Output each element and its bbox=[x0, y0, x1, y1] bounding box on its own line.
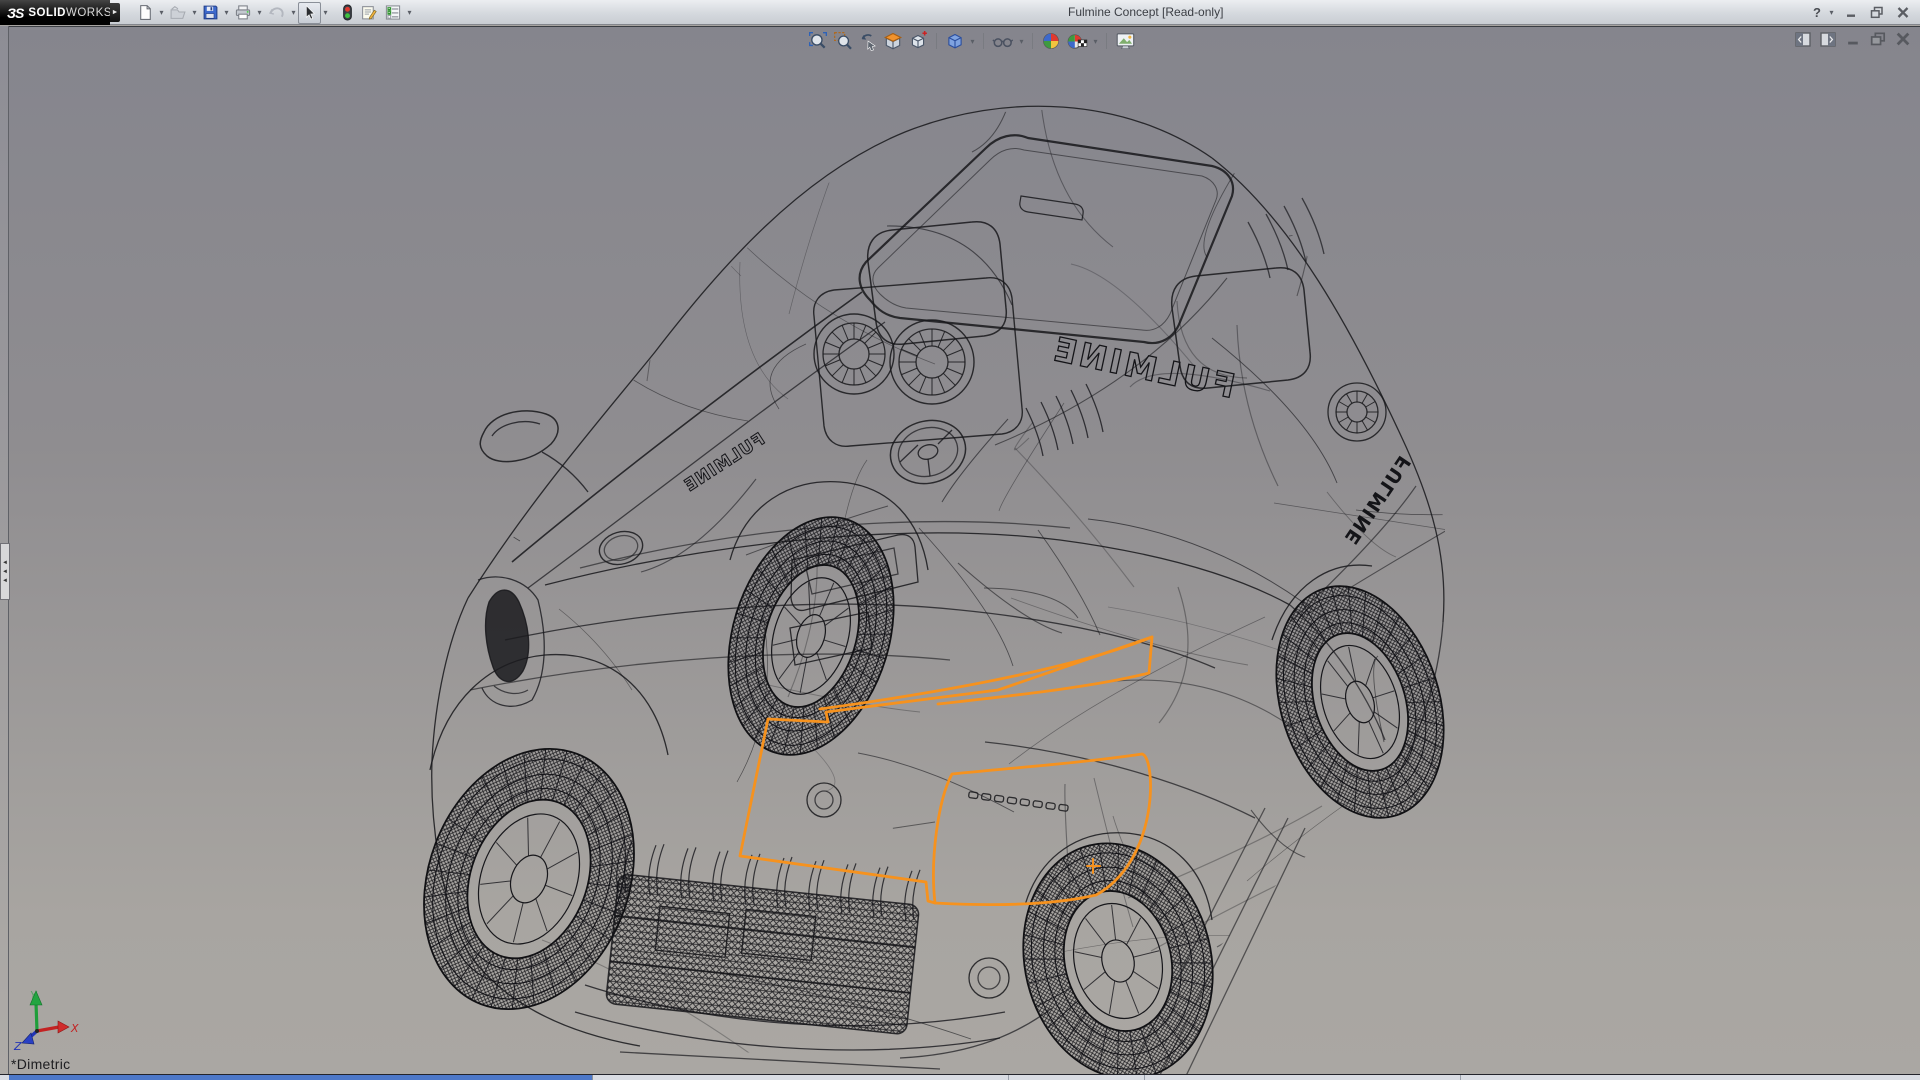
orientation-triad: X Y Z bbox=[13, 989, 79, 1053]
wireframe-construction-lines bbox=[428, 105, 1445, 1062]
open-folder-icon bbox=[170, 5, 186, 19]
status-bar-message-field bbox=[9, 1075, 593, 1080]
undo-button[interactable] bbox=[264, 2, 289, 24]
title-bar: ЗS SOLID WORKS ► ▾ ▾ ▾ ▾ ▾ ▾ ▾ Fulmine C… bbox=[0, 0, 1920, 25]
view-orientation-label: *Dimetric bbox=[11, 1056, 71, 1072]
file-properties-icon bbox=[362, 6, 377, 20]
triad-z-label: Z bbox=[13, 1040, 22, 1053]
save-dropdown-caret[interactable]: ▾ bbox=[222, 8, 231, 17]
select-tool-button[interactable] bbox=[298, 1, 321, 24]
standard-toolbar: ▾ ▾ ▾ ▾ ▾ ▾ ▾ bbox=[134, 1, 414, 24]
window-controls: ? ▾ bbox=[1811, 2, 1914, 23]
new-dropdown-caret[interactable]: ▾ bbox=[157, 8, 166, 17]
traffic-light-icon bbox=[343, 4, 352, 21]
select-dropdown-caret[interactable]: ▾ bbox=[321, 8, 330, 17]
status-bar-separator bbox=[1008, 1075, 1009, 1080]
open-dropdown-caret[interactable]: ▾ bbox=[190, 8, 199, 17]
new-document-icon bbox=[140, 5, 151, 20]
rebuild-button[interactable] bbox=[338, 2, 357, 24]
print-dropdown-caret[interactable]: ▾ bbox=[255, 8, 264, 17]
badge-rear: FULMINE bbox=[1048, 329, 1239, 406]
fulmine-badges: FULMINE FULMINE FULMINE bbox=[680, 328, 1416, 549]
triad-x-label: X bbox=[70, 1022, 79, 1035]
new-document-button[interactable] bbox=[134, 2, 157, 24]
open-document-button[interactable] bbox=[166, 2, 190, 24]
logo-3s-glyph: ЗS bbox=[7, 4, 24, 21]
wheel bbox=[1022, 842, 1214, 1075]
help-dropdown-caret[interactable]: ▾ bbox=[1827, 8, 1836, 17]
wheel bbox=[727, 516, 895, 756]
status-bar bbox=[0, 1074, 1920, 1080]
solidworks-window: ЗS SOLID WORKS ► ▾ ▾ ▾ ▾ ▾ ▾ ▾ Fulmine C… bbox=[0, 0, 1920, 1080]
solidworks-logo: ЗS SOLID WORKS bbox=[0, 0, 111, 25]
wireframe-car-model[interactable]: FULMINE FULMINE FULMINE X Y Z bbox=[0, 26, 1920, 1075]
restore-icon bbox=[1870, 6, 1883, 19]
status-bar-separator bbox=[1144, 1075, 1145, 1080]
restore-button[interactable] bbox=[1866, 4, 1888, 22]
minimize-icon bbox=[1846, 14, 1855, 17]
select-cursor-icon bbox=[305, 4, 316, 20]
options-button[interactable] bbox=[381, 2, 405, 24]
help-button[interactable]: ? bbox=[1811, 5, 1823, 20]
save-floppy-icon bbox=[203, 5, 218, 20]
close-icon bbox=[1897, 7, 1909, 18]
status-bar-separator bbox=[1460, 1075, 1461, 1080]
undo-dropdown-caret[interactable]: ▾ bbox=[289, 8, 298, 17]
options-checklist-icon bbox=[385, 5, 401, 20]
undo-arrow-icon bbox=[269, 7, 284, 18]
window-title: Fulmine Concept [Read-only] bbox=[1068, 5, 1224, 19]
printer-icon bbox=[235, 5, 251, 20]
close-button[interactable] bbox=[1892, 4, 1914, 22]
wheel bbox=[1275, 585, 1445, 819]
menu-expand-arrow[interactable]: ► bbox=[110, 3, 120, 22]
save-button[interactable] bbox=[199, 2, 222, 24]
minimize-button[interactable] bbox=[1840, 4, 1862, 22]
options-dropdown-caret[interactable]: ▾ bbox=[405, 8, 414, 17]
print-button[interactable] bbox=[231, 2, 255, 24]
file-properties-button[interactable] bbox=[357, 2, 381, 24]
